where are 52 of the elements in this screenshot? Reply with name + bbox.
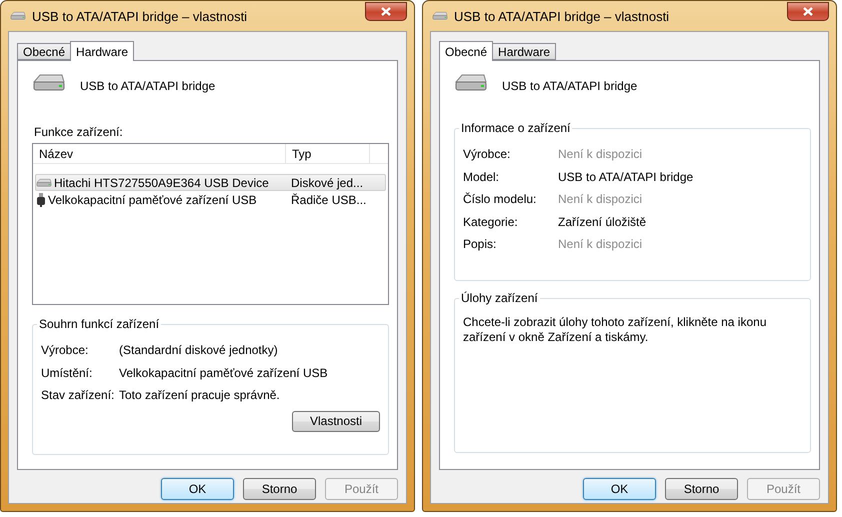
- list-label: Funkce zařízení:: [34, 125, 124, 139]
- info-label: Popis:: [463, 237, 498, 251]
- info-value: Zařízení úložiště: [558, 214, 646, 228]
- column-header[interactable]: Typ: [286, 144, 370, 163]
- device-type-cell: Řadiče USB...: [291, 192, 366, 206]
- close-icon: [381, 6, 391, 16]
- info-value: Není k dispozici: [558, 192, 642, 206]
- info-label: Výrobce:: [463, 147, 512, 161]
- drive-icon: [432, 11, 448, 21]
- property-value: (Standardní diskové jednotky): [119, 343, 278, 357]
- tab[interactable]: Hardware: [492, 43, 556, 60]
- dialog-button[interactable]: OK: [161, 478, 234, 500]
- property-label: Výrobce:: [41, 343, 90, 357]
- tab[interactable]: Obecné: [17, 43, 72, 60]
- close-button[interactable]: [787, 2, 829, 20]
- property-value: Toto zařízení pracuje správně.: [119, 388, 280, 402]
- device-type-cell: Diskové jed...: [291, 176, 364, 190]
- drive-icon: [454, 73, 488, 93]
- device-name-cell: Velkokapacitní paměťové zařízení USB: [48, 192, 257, 206]
- tasks-description: Chcete-li zobrazit úlohy tohoto zařízení, klikněte na ikonu zařízení v okně Zařízení a tiskámy.: [463, 315, 768, 345]
- drive-icon: [32, 73, 66, 93]
- info-label: Model:: [463, 170, 500, 184]
- window-title: USB to ATA/ATAPI bridge – vlastnosti: [454, 8, 670, 24]
- property-label: Stav zařízení:: [41, 388, 116, 402]
- property-label: Umístění:: [41, 366, 94, 380]
- dialog-button[interactable]: Storno: [665, 478, 738, 500]
- window-title: USB to ATA/ATAPI bridge – vlastnosti: [32, 8, 248, 24]
- drive-icon: [10, 11, 26, 21]
- property-value: Velkokapacitní paměťové zařízení USB: [119, 366, 328, 380]
- usb-plug-icon: [36, 192, 46, 206]
- close-button[interactable]: [365, 2, 407, 20]
- info-value: Není k dispozici: [558, 147, 642, 161]
- device-name-cell: Hitachi HTS727550A9E364 USB Device: [54, 176, 269, 190]
- close-icon: [803, 6, 813, 16]
- info-label: Kategorie:: [463, 214, 519, 228]
- device-name: USB to ATA/ATAPI bridge: [502, 79, 638, 93]
- properties-button[interactable]: Vlastnosti: [292, 410, 380, 432]
- info-value: Není k dispozici: [558, 237, 642, 251]
- device-name: USB to ATA/ATAPI bridge: [80, 79, 216, 93]
- group-title: Souhrn funkcí zařízení: [38, 317, 160, 331]
- drive-icon: [36, 178, 52, 188]
- tab[interactable]: Obecné: [439, 41, 494, 61]
- list-row[interactable]: Hitachi HTS727550A9E364 USB Device Diskové jed...: [35, 174, 386, 191]
- dialog-button[interactable]: Storno: [243, 478, 316, 500]
- group-title: Informace o zařízení: [460, 121, 572, 135]
- info-label: Číslo modelu:: [463, 192, 538, 206]
- list-row[interactable]: Velkokapacitní paměťové zařízení USB Řadiče USB...: [35, 191, 386, 208]
- info-value: USB to ATA/ATAPI bridge: [558, 170, 694, 184]
- group-title: Úlohy zařízení: [460, 291, 539, 305]
- dialog-button[interactable]: OK: [583, 478, 656, 500]
- column-header[interactable]: Název: [33, 144, 286, 163]
- tab[interactable]: Hardware: [70, 41, 134, 61]
